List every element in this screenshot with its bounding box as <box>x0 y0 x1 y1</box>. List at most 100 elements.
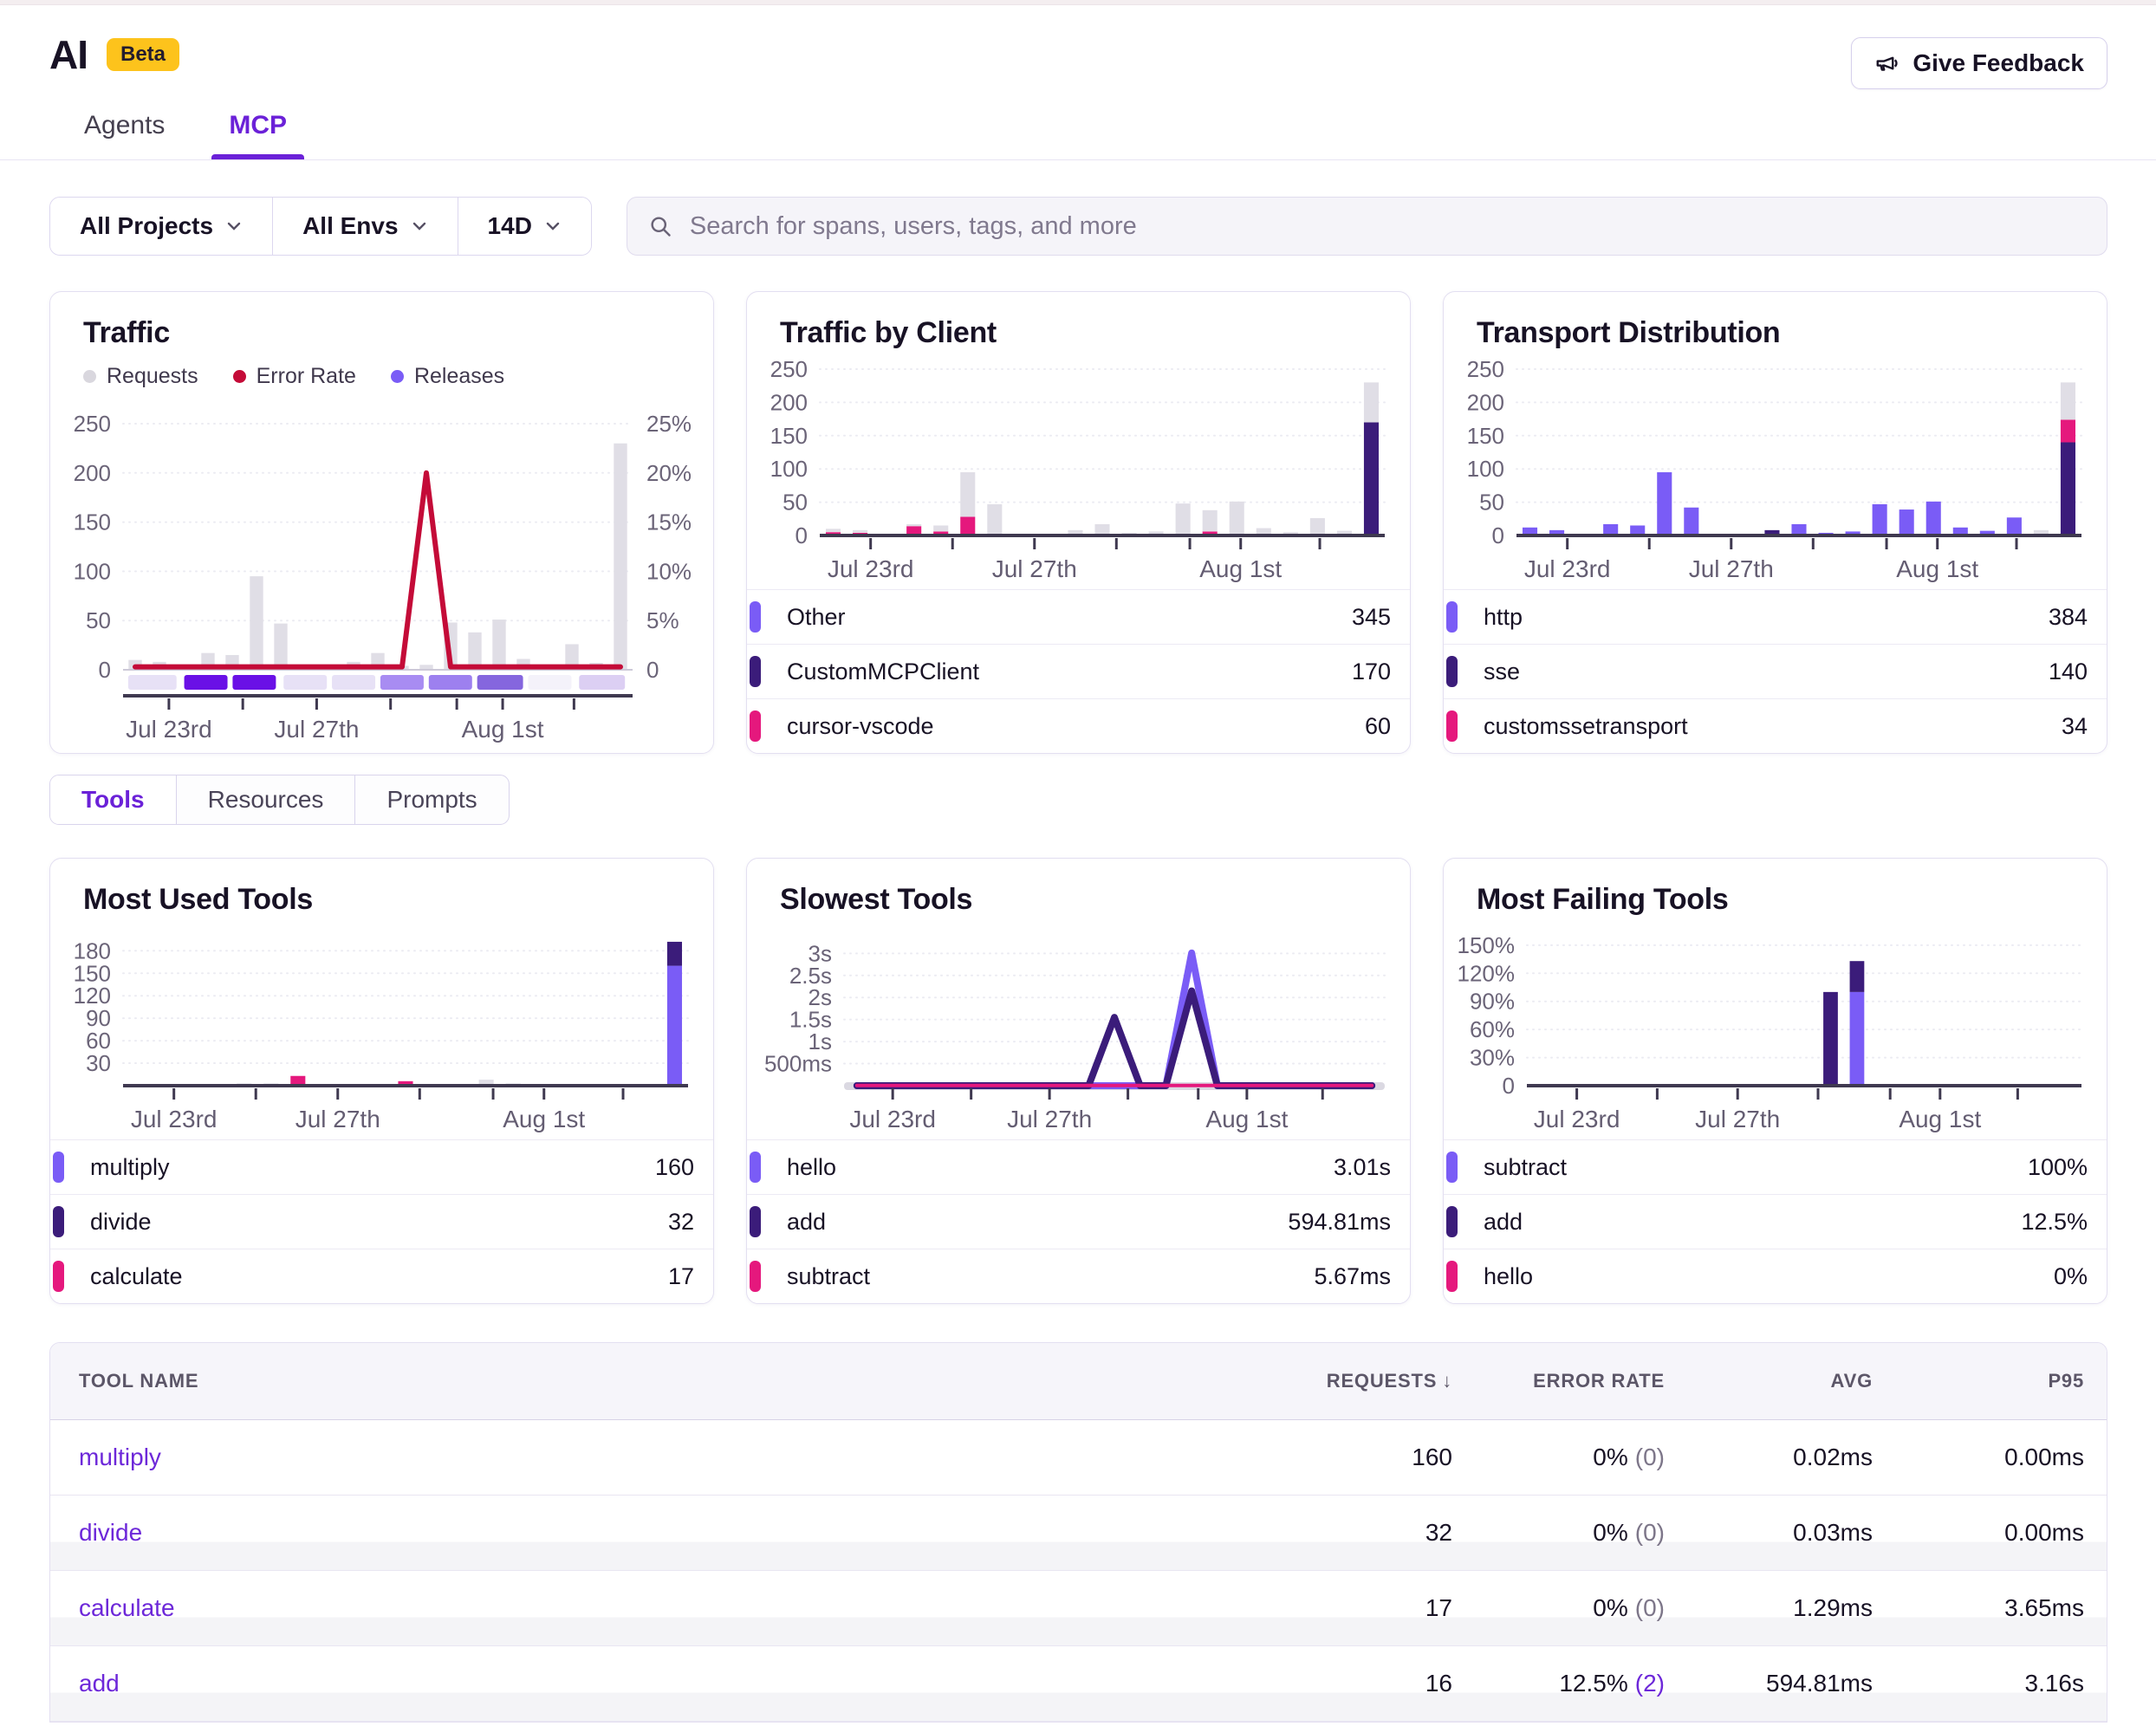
search-input[interactable] <box>688 211 2086 242</box>
search-icon <box>648 214 672 238</box>
megaphone-icon <box>1874 50 1900 76</box>
project-filter-label: All Projects <box>80 212 213 240</box>
series-swatch-icon <box>750 711 761 742</box>
avg-value: 0.02ms <box>1665 1444 1873 1471</box>
svg-text:0: 0 <box>1503 1073 1515 1099</box>
list-item: sse140 <box>1444 644 2107 698</box>
series-swatch-icon <box>1446 1206 1458 1237</box>
p95-value: 0.00ms <box>1873 1444 2084 1471</box>
entity-tabs: Tools Resources Prompts <box>49 775 510 825</box>
top-tabs: Agents MCP <box>77 111 2107 159</box>
svg-text:Jul 23rd: Jul 23rd <box>131 1106 218 1132</box>
svg-text:150%: 150% <box>1458 932 1516 958</box>
list-item: divide32 <box>50 1194 713 1249</box>
list-item: subtract100% <box>1444 1139 2107 1194</box>
tab-mcp[interactable]: MCP <box>222 111 294 159</box>
svg-text:150: 150 <box>74 509 111 535</box>
failing-title: Most Failing Tools <box>1444 859 2107 922</box>
error-rate-value: 0%(0) <box>1452 1444 1665 1471</box>
error-rate-value: 0%(0) <box>1452 1594 1665 1622</box>
col-header-tool-name[interactable]: Tool Name <box>50 1370 1242 1392</box>
traffic-card-title: Traffic <box>50 292 713 355</box>
svg-text:150: 150 <box>1467 423 1504 449</box>
svg-text:30%: 30% <box>1470 1045 1515 1071</box>
list-item: subtract5.67ms <box>747 1249 1410 1303</box>
traffic-card: Traffic Requests Error Rate Releases 250… <box>49 291 714 754</box>
svg-text:60%: 60% <box>1470 1016 1515 1042</box>
svg-text:250: 250 <box>74 413 111 437</box>
filter-group: All Projects All Envs 14D <box>49 197 592 256</box>
slowest-chart: 3s2.5s2s1.5s1s500msJul 23rdJul 27thAug 1… <box>747 922 1410 1139</box>
table-row: divide 32 0%(0) 0.03ms 0.00ms <box>50 1496 2107 1571</box>
traffic-chart: 25020015010050025%20%15%10%5%0Jul 23rdJu… <box>50 389 713 753</box>
list-item: cursor-vscode60 <box>747 698 1410 753</box>
tool-link-divide[interactable]: divide <box>79 1519 142 1546</box>
table-row: multiply 160 0%(0) 0.02ms 0.00ms <box>50 1420 2107 1496</box>
tool-link-add[interactable]: add <box>79 1670 120 1697</box>
transport-legend-list: http384 sse140 customssetransport34 <box>1444 589 2107 753</box>
tab-agents[interactable]: Agents <box>77 111 172 159</box>
col-header-avg[interactable]: Avg <box>1665 1370 1873 1392</box>
chevron-down-icon <box>225 217 243 235</box>
avg-value: 594.81ms <box>1665 1670 1873 1697</box>
series-swatch-icon <box>53 1261 64 1292</box>
project-filter-dropdown[interactable]: All Projects <box>50 198 273 255</box>
series-swatch-icon <box>1446 656 1458 687</box>
legend-item-requests: Requests <box>83 364 198 389</box>
tab-prompts[interactable]: Prompts <box>355 775 508 824</box>
svg-text:10%: 10% <box>646 558 692 584</box>
svg-text:100: 100 <box>1467 456 1504 482</box>
search-bar[interactable] <box>627 197 2107 256</box>
list-item: hello0% <box>1444 1249 2107 1303</box>
list-item: http384 <box>1444 589 2107 644</box>
svg-text:0: 0 <box>646 657 659 683</box>
page-header: AI Beta Give Feedback Agents MCP <box>0 5 2156 159</box>
col-header-p95[interactable]: P95 <box>1873 1370 2084 1392</box>
most-used-title: Most Used Tools <box>50 859 713 922</box>
svg-text:Jul 27th: Jul 27th <box>1695 1106 1780 1132</box>
series-swatch-icon <box>750 656 761 687</box>
svg-text:250: 250 <box>1467 359 1504 382</box>
give-feedback-button[interactable]: Give Feedback <box>1851 37 2107 89</box>
series-swatch-icon <box>1446 1261 1458 1292</box>
col-header-requests[interactable]: Requests↓ <box>1242 1370 1452 1392</box>
series-swatch-icon <box>750 1152 761 1183</box>
date-range-dropdown[interactable]: 14D <box>458 198 591 255</box>
chevron-down-icon <box>544 217 562 235</box>
list-item: Other345 <box>747 589 1410 644</box>
svg-text:0: 0 <box>1492 522 1504 548</box>
traffic-legend: Requests Error Rate Releases <box>50 355 713 389</box>
svg-text:25%: 25% <box>646 413 692 437</box>
requests-value: 32 <box>1242 1519 1452 1547</box>
env-filter-label: All Envs <box>302 212 398 240</box>
avg-value: 1.29ms <box>1665 1594 1873 1622</box>
series-swatch-icon <box>1446 1152 1458 1183</box>
svg-text:150: 150 <box>770 423 808 449</box>
svg-text:Jul 27th: Jul 27th <box>1007 1106 1092 1132</box>
most-used-tools-card: Most Used Tools 180150120906030Jul 23rdJ… <box>49 858 714 1304</box>
svg-text:Jul 27th: Jul 27th <box>1689 555 1774 582</box>
col-header-error-rate[interactable]: Error Rate <box>1452 1370 1665 1392</box>
traffic-by-client-card: Traffic by Client 250200150100500Jul 23r… <box>746 291 1411 754</box>
svg-text:Jul 27th: Jul 27th <box>295 1106 380 1132</box>
table-row: calculate 17 0%(0) 1.29ms 3.65ms <box>50 1571 2107 1646</box>
series-swatch-icon <box>750 1206 761 1237</box>
avg-value: 0.03ms <box>1665 1519 1873 1547</box>
svg-text:50: 50 <box>86 607 111 633</box>
p95-value: 0.00ms <box>1873 1519 2084 1547</box>
tab-resources[interactable]: Resources <box>177 775 356 824</box>
svg-text:Aug 1st: Aug 1st <box>1199 555 1282 582</box>
tool-link-calculate[interactable]: calculate <box>79 1594 175 1621</box>
env-filter-dropdown[interactable]: All Envs <box>273 198 458 255</box>
filter-toolbar: All Projects All Envs 14D <box>49 197 2107 256</box>
tab-tools[interactable]: Tools <box>50 775 177 824</box>
tool-link-multiply[interactable]: multiply <box>79 1444 161 1470</box>
beta-badge: Beta <box>107 38 179 71</box>
client-chart: 250200150100500Jul 23rdJul 27thAug 1st <box>747 355 1410 589</box>
releases-dot-icon <box>391 370 404 383</box>
give-feedback-label: Give Feedback <box>1912 49 2084 77</box>
most-used-legend-list: multiply160 divide32 calculate17 <box>50 1139 713 1303</box>
series-swatch-icon <box>750 601 761 633</box>
slowest-tools-card: Slowest Tools 3s2.5s2s1.5s1s500msJul 23r… <box>746 858 1411 1304</box>
slowest-title: Slowest Tools <box>747 859 1410 922</box>
